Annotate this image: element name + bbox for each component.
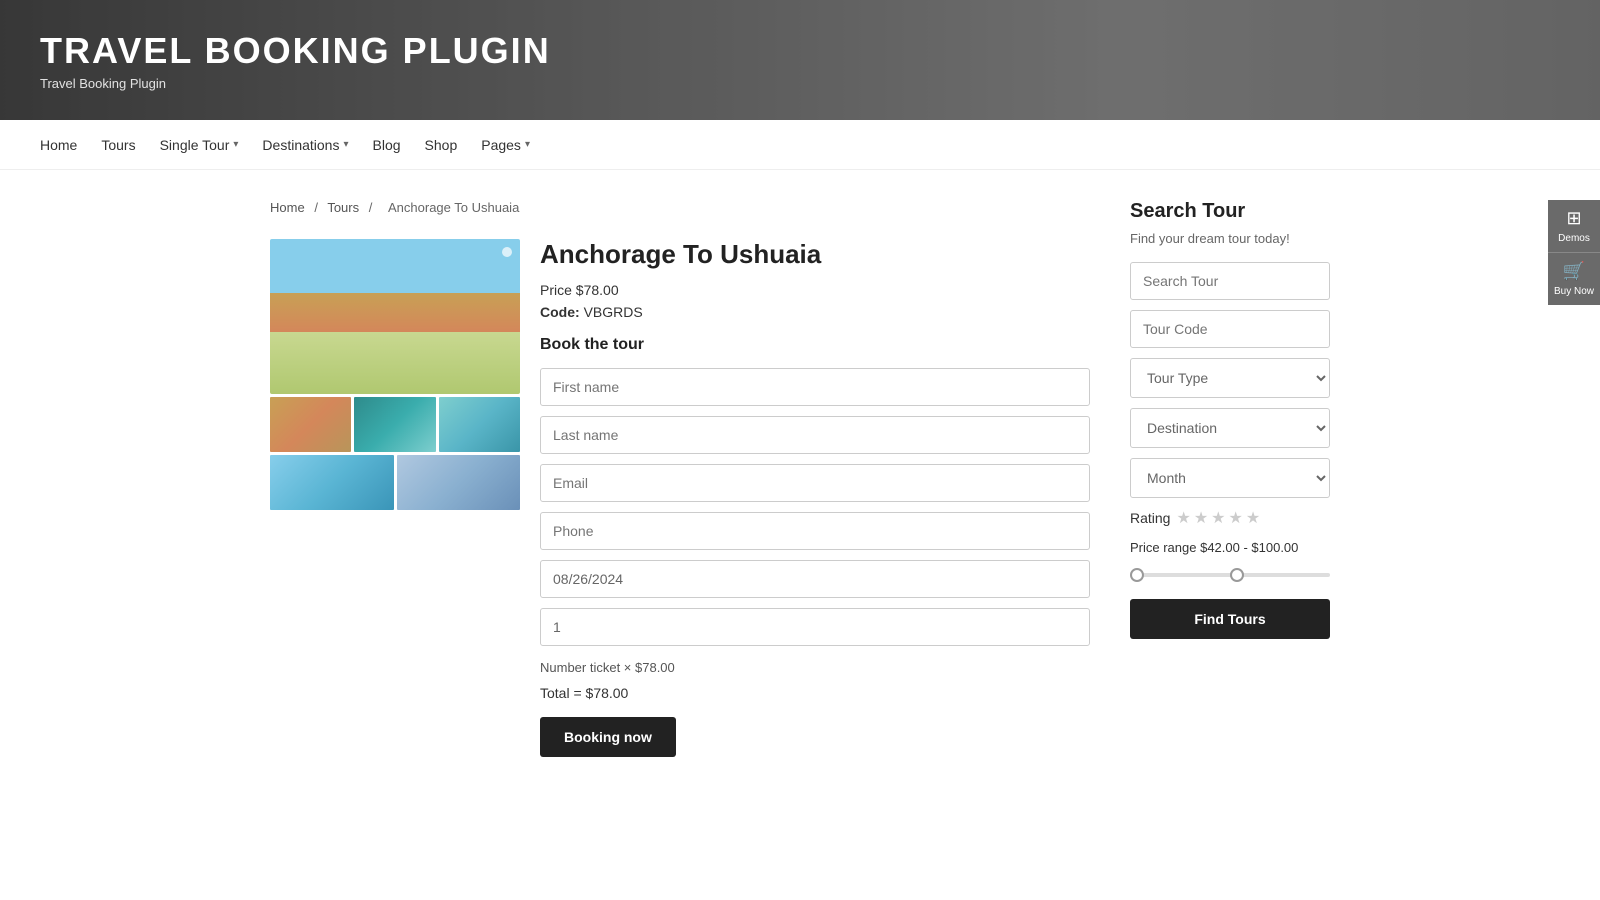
nav-item-blog[interactable]: Blog: [373, 137, 401, 153]
gallery-thumbnails-row2: [270, 455, 520, 510]
left-column: Home / Tours / Anchorage To Ushuaia: [270, 200, 1090, 757]
chevron-down-icon: ▾: [343, 139, 348, 150]
quantity-input[interactable]: [540, 608, 1090, 646]
main-content: Home / Tours / Anchorage To Ushuaia: [250, 170, 1350, 787]
buy-now-widget-button[interactable]: 🛒 Buy Now: [1548, 253, 1600, 305]
chevron-down-icon: ▾: [525, 139, 530, 150]
star-2[interactable]: ★: [1194, 508, 1208, 528]
star-5[interactable]: ★: [1246, 508, 1260, 528]
demos-label: Demos: [1558, 233, 1590, 244]
booking-now-button[interactable]: Booking now: [540, 717, 676, 757]
email-input[interactable]: [540, 464, 1090, 502]
range-handle-left[interactable]: [1130, 568, 1144, 582]
star-1[interactable]: ★: [1176, 508, 1190, 528]
hero-subtitle: Travel Booking Plugin: [40, 76, 551, 91]
gallery-thumbnails-row1: [270, 397, 520, 452]
thumbnail-4[interactable]: [270, 455, 394, 510]
thumbnail-1[interactable]: [270, 397, 351, 452]
hero-header: TRAVEL BOOKING PLUGIN Travel Booking Plu…: [0, 0, 1600, 120]
thumbnail-2[interactable]: [354, 397, 435, 452]
tour-detail: Anchorage To Ushuaia Price $78.00 Code: …: [540, 239, 1090, 757]
first-name-input[interactable]: [540, 368, 1090, 406]
nav-item-pages[interactable]: Pages ▾: [481, 137, 530, 153]
thumbnail-3[interactable]: [439, 397, 520, 452]
tour-layout: Anchorage To Ushuaia Price $78.00 Code: …: [270, 239, 1090, 757]
breadcrumb: Home / Tours / Anchorage To Ushuaia: [270, 200, 1090, 215]
star-4[interactable]: ★: [1229, 508, 1243, 528]
find-tours-button[interactable]: Find Tours: [1130, 599, 1330, 639]
star-rating[interactable]: ★ ★ ★ ★ ★: [1176, 508, 1260, 528]
gallery-main-image[interactable]: [270, 239, 520, 394]
price-range-label: Price range $42.00 - $100.00: [1130, 540, 1330, 555]
nav-item-single-tour[interactable]: Single Tour ▾: [160, 137, 239, 153]
breadcrumb-home[interactable]: Home: [270, 200, 305, 215]
tour-price: Price $78.00: [540, 282, 1090, 298]
price-range-slider[interactable]: [1130, 565, 1330, 585]
demos-widget-button[interactable]: ⊞ Demos: [1548, 200, 1600, 253]
side-widgets: ⊞ Demos 🛒 Buy Now: [1548, 200, 1600, 305]
search-sidebar: Search Tour Find your dream tour today! …: [1130, 200, 1330, 757]
tour-code-input[interactable]: [1130, 310, 1330, 348]
thumbnail-5[interactable]: [397, 455, 521, 510]
last-name-input[interactable]: [540, 416, 1090, 454]
nav-item-destinations[interactable]: Destinations ▾: [262, 137, 348, 153]
breadcrumb-tours[interactable]: Tours: [327, 200, 359, 215]
month-select[interactable]: Month January February March April May J…: [1130, 458, 1330, 498]
gallery: [270, 239, 520, 757]
layers-icon: ⊞: [1566, 208, 1581, 229]
rating-label: Rating: [1130, 510, 1170, 526]
book-the-tour-label: Book the tour: [540, 336, 1090, 354]
hero-title: TRAVEL BOOKING PLUGIN: [40, 30, 551, 72]
tour-title: Anchorage To Ushuaia: [540, 239, 1090, 270]
phone-input[interactable]: [540, 512, 1090, 550]
nav-item-home[interactable]: Home: [40, 137, 77, 153]
tour-type-select[interactable]: Tour Type Adventure Cultural Beach Mount…: [1130, 358, 1330, 398]
rating-row: Rating ★ ★ ★ ★ ★: [1130, 508, 1330, 528]
total-info: Total = $78.00: [540, 685, 1090, 701]
destination-select[interactable]: Destination Europe Asia Americas Africa: [1130, 408, 1330, 448]
nav-bar: Home Tours Single Tour ▾ Destinations ▾ …: [0, 120, 1600, 170]
search-tour-title: Search Tour: [1130, 200, 1330, 223]
hero-text: TRAVEL BOOKING PLUGIN Travel Booking Plu…: [40, 30, 551, 91]
chevron-down-icon: ▾: [233, 139, 238, 150]
nav-item-tours[interactable]: Tours: [101, 137, 135, 153]
ticket-info: Number ticket × $78.00: [540, 660, 1090, 675]
breadcrumb-current: Anchorage To Ushuaia: [388, 200, 519, 215]
cart-icon: 🛒: [1563, 261, 1585, 282]
main-image: [270, 239, 520, 394]
star-3[interactable]: ★: [1211, 508, 1225, 528]
search-tour-subtitle: Find your dream tour today!: [1130, 231, 1330, 246]
gallery-dot-indicator: [502, 247, 512, 257]
date-input[interactable]: [540, 560, 1090, 598]
buy-now-label: Buy Now: [1554, 286, 1594, 297]
search-tour-input[interactable]: [1130, 262, 1330, 300]
tour-code: Code: VBGRDS: [540, 304, 1090, 320]
range-handle-right[interactable]: [1230, 568, 1244, 582]
nav-item-shop[interactable]: Shop: [425, 137, 458, 153]
